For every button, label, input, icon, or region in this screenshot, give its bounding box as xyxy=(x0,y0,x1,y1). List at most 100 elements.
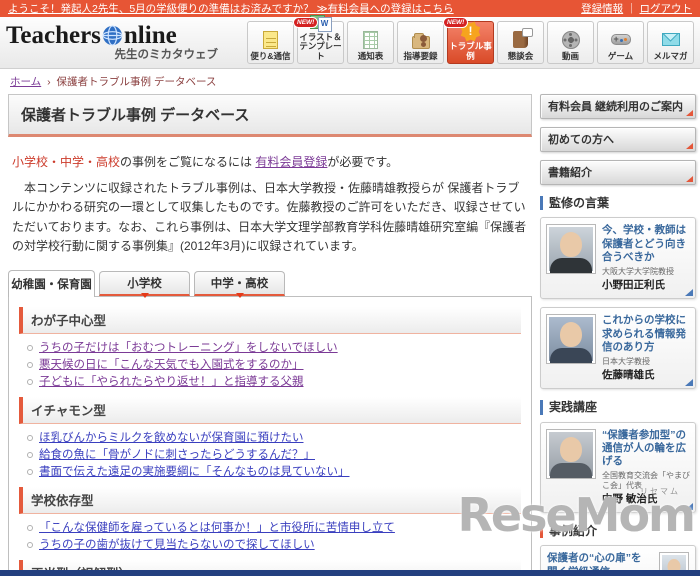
card-org: 全国教育交流会「やまびこ会」代表 xyxy=(602,470,690,490)
list-item: 「こんな保健師を雇っているとは何事か！」と市役所に苦情申し立て xyxy=(25,519,521,536)
topbar-separator: ｜ xyxy=(626,3,637,15)
gamepad-icon xyxy=(610,29,631,51)
sidebar-heading-supervisor: 監修の言葉 xyxy=(540,196,696,211)
nav-label: 懇談会 xyxy=(507,50,534,61)
portrait-photo xyxy=(546,428,596,479)
meeting-book-icon xyxy=(513,28,533,51)
nav-item-game[interactable]: ゲーム xyxy=(597,21,644,64)
breadcrumb-home-link[interactable]: ホーム xyxy=(10,76,41,88)
card-text: これからの学校に求められる情報発信のあり方 日本大学教授 佐藤晴雄氏 xyxy=(602,314,690,382)
main-content: 保護者トラブル事例 データベース 小学校・中学・高校の事例をご覧になるには 有料… xyxy=(8,94,532,576)
nav-label: 便り&通信 xyxy=(250,50,291,61)
paid-member-register-link[interactable]: 有料会員登録 xyxy=(255,155,327,169)
content-description: 本コンテンツに収録されたトラブル事例は、日本大学教授・佐藤晴雄教授らが 保護者ト… xyxy=(12,181,527,254)
card-text: 今、学校・教師は保護者とどう向き合うべきか 大阪大学大学院教授 小野田正利氏 xyxy=(602,224,690,292)
top-bar: ようこそ！発起人2先生、5月の学級便りの準備はお済みですか？ ≫有料会員への登録… xyxy=(0,0,700,17)
nav-item-trouble-cases[interactable]: NEW! トラブル事例 xyxy=(443,17,494,64)
nav-item-newsletter[interactable]: 便り&通信 xyxy=(247,21,294,64)
nav-item-meeting[interactable]: 懇談会 xyxy=(497,21,544,64)
nav-item-mailmag[interactable]: メルマガ xyxy=(647,21,694,64)
sidebar: 有料会員 継続利用のご案内 初めての方へ 書籍紹介 監修の言葉 今、学校・教師は… xyxy=(540,94,696,576)
nav-item-guidance-record[interactable]: 指導要録 xyxy=(397,21,444,64)
notice-text-2: が必要です。 xyxy=(327,155,399,169)
list-item: うちの子だけは「おむつトレーニング」をしないでほしい xyxy=(25,339,521,356)
newsletter-icon xyxy=(263,29,278,51)
guidance-record-icon xyxy=(411,29,430,51)
content-columns: 保護者トラブル事例 データベース 小学校・中学・高校の事例をご覧になるには 有料… xyxy=(0,92,700,576)
main-nav: 便り&通信 NEW! イラスト＆テンプレート 通知表 指導要録 NEW! トラブ… xyxy=(232,14,694,64)
nav-label: 動画 xyxy=(561,50,579,61)
notice-text-1: の事例をご覧になるには xyxy=(120,155,256,169)
case-link[interactable]: うちの子の歯が抜けて見当たらないので探してほしい xyxy=(39,539,315,551)
membership-notice: 小学校・中学・高校の事例をご覧になるには 有料会員登録が必要です。 xyxy=(12,153,528,170)
case-link[interactable]: 給食の魚に「骨がノドに刺さったらどうするんだ？」 xyxy=(39,449,315,461)
portrait-photo xyxy=(546,224,596,275)
breadcrumb-separator: › xyxy=(47,76,51,88)
tab-junior-high[interactable]: 中学・高校 xyxy=(194,270,285,296)
envelope-icon xyxy=(661,29,680,51)
site-logo[interactable]: Teachers nline 先生のミカタウェブ xyxy=(6,23,232,62)
lecture-card-nakano[interactable]: “保護者参加型”の通信が人の輪を広げる 全国教育交流会「やまびこ会」代表 中野 … xyxy=(540,421,696,514)
case-link[interactable]: 悪天候の日に「こんな天気でも入園式をするのか」 xyxy=(39,359,304,371)
card-org: 大阪大学大学院教授 xyxy=(602,266,674,276)
bottom-bar xyxy=(0,570,700,576)
report-card-icon xyxy=(363,29,378,51)
card-title: これからの学校に求められる情報発信のあり方 xyxy=(602,314,686,354)
card-name: 佐藤晴雄氏 xyxy=(602,369,655,382)
case-link[interactable]: うちの子だけは「おむつトレーニング」をしないでほしい xyxy=(39,342,338,354)
case-link[interactable]: ほ乳びんからミルクを飲めないが保育園に預けたい xyxy=(39,432,304,444)
supervisor-card-sato[interactable]: これからの学校に求められる情報発信のあり方 日本大学教授 佐藤晴雄氏 xyxy=(540,307,696,390)
case-list-panel: わが子中心型 うちの子だけは「おむつトレーニング」をしないでほしい 悪天候の日に… xyxy=(8,295,532,576)
category-heading: わが子中心型 xyxy=(19,306,521,334)
tab-elementary[interactable]: 小学校 xyxy=(99,270,190,296)
sidebar-button-membership-guide[interactable]: 有料会員 継続利用のご案内 xyxy=(540,94,696,119)
welcome-text: ようこそ！発起人2先生、5月の学級便りの準備はお済みですか？ xyxy=(8,3,317,15)
sidebar-heading-lecture: 実践講座 xyxy=(540,400,696,415)
nav-label: ゲーム xyxy=(607,50,634,61)
logo-text-2: nline xyxy=(123,22,177,49)
new-badge: NEW! xyxy=(443,17,469,28)
list-item: 子どもに「やられたらやり返せ！」と指導する父親 xyxy=(25,373,521,390)
new-badge: NEW! xyxy=(293,17,319,28)
globe-icon xyxy=(102,25,123,46)
supervisor-card-onoda[interactable]: 今、学校・教師は保護者とどう向き合うべきか 大阪大学大学院教授 小野田正利氏 xyxy=(540,217,696,300)
nav-label: イラスト＆テンプレート xyxy=(299,31,342,61)
nav-item-video[interactable]: 動画 xyxy=(547,21,594,64)
list-item: 書面で伝えた遠足の実施要綱に「そんなものは見ていない」 xyxy=(25,463,521,480)
card-org: 日本大学教授 xyxy=(602,356,650,366)
nav-label: メルマガ xyxy=(653,50,688,61)
topbar-account-links: 登録情報 ｜ ログアウト xyxy=(581,1,692,16)
card-text: “保護者参加型”の通信が人の輪を広げる 全国教育交流会「やまびこ会」代表 中野 … xyxy=(602,429,690,507)
film-reel-icon xyxy=(561,29,580,51)
account-info-link[interactable]: 登録情報 xyxy=(581,3,623,15)
case-link[interactable]: 書面で伝えた遠足の実施要綱に「そんなものは見ていない」 xyxy=(39,466,350,478)
logo-wordmark: Teachers nline xyxy=(6,23,232,48)
site-header: Teachers nline 先生のミカタウェブ 便り&通信 NEW! イラスト… xyxy=(0,14,700,69)
logout-link[interactable]: ログアウト xyxy=(640,3,693,15)
sidebar-button-books[interactable]: 書籍紹介 xyxy=(540,160,696,185)
card-name: 中野 敏治氏 xyxy=(602,493,658,506)
case-link-list: ほ乳びんからミルクを飲めないが保育園に預けたい 給食の魚に「骨がノドに刺さったら… xyxy=(25,429,521,480)
card-title: 今、学校・教師は保護者とどう向き合うべきか xyxy=(602,224,686,264)
welcome-message: ようこそ！発起人2先生、5月の学級便りの準備はお済みですか？ ≫有料会員への登録… xyxy=(8,1,454,16)
breadcrumb-current: 保護者トラブル事例 データベース xyxy=(56,76,217,88)
nav-item-illustration-template[interactable]: NEW! イラスト＆テンプレート xyxy=(293,14,344,64)
nav-label: 通知表 xyxy=(357,50,384,61)
logo-text-1: Teachers xyxy=(6,22,101,49)
school-levels-highlight: 小学校・中学・高校 xyxy=(12,155,121,169)
case-link-list: 「こんな保健師を雇っているとは何事か！」と市役所に苦情申し立て うちの子の歯が抜… xyxy=(25,519,521,553)
list-item: 悪天候の日に「こんな天気でも入園式をするのか」 xyxy=(25,356,521,373)
premium-register-link[interactable]: ≫有料会員への登録はこちら xyxy=(317,3,454,15)
page-title: 保護者トラブル事例 データベース xyxy=(8,94,532,137)
category-heading: 学校依存型 xyxy=(19,486,521,514)
nav-label: 指導要録 xyxy=(403,50,438,61)
page: ようこそ！発起人2先生、5月の学級便りの準備はお済みですか？ ≫有料会員への登録… xyxy=(0,0,700,576)
sidebar-button-first-time[interactable]: 初めての方へ xyxy=(540,127,696,152)
portrait-photo xyxy=(546,314,596,365)
case-link[interactable]: 子どもに「やられたらやり返せ！」と指導する父親 xyxy=(39,376,304,388)
case-link[interactable]: 「こんな保健師を雇っているとは何事か！」と市役所に苦情申し立て xyxy=(39,522,395,534)
nav-item-report-card[interactable]: 通知表 xyxy=(347,21,394,64)
case-link-list: うちの子だけは「おむつトレーニング」をしないでほしい 悪天候の日に「こんな天気で… xyxy=(25,339,521,390)
card-name: 小野田正利氏 xyxy=(602,279,665,292)
tab-kindergarten[interactable]: 幼稚園・保育園 xyxy=(8,269,95,297)
